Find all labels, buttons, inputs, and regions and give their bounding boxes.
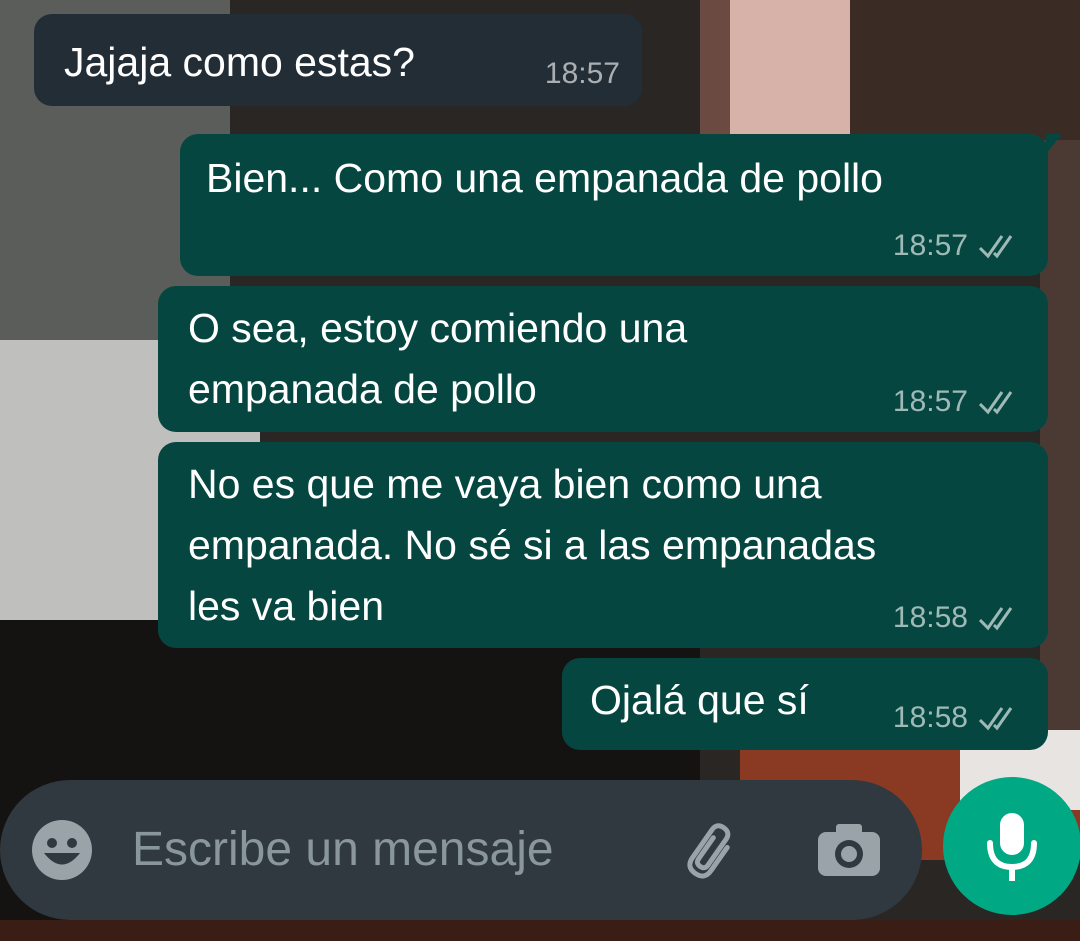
message-text: O sea, estoy comiendo una empanada de po… [188,298,687,420]
emoji-icon[interactable] [30,818,94,882]
voice-record-button[interactable] [943,777,1080,915]
double-check-icon [978,707,1013,731]
message-meta: 18:57 [545,56,620,92]
message-line: les va bien [188,583,385,629]
message-line: No es que me vaya bien como una [188,461,822,507]
double-check-icon [978,607,1013,631]
message-meta: 18:58 [893,600,1024,636]
message-line: O sea, estoy comiendo una [188,305,688,351]
message-line: empanada de pollo [188,366,537,412]
message-meta: 18:58 [893,700,1024,736]
message-outgoing[interactable]: Bien... Como una empanada de pollo 18:57 [180,134,1062,276]
message-incoming[interactable]: Jajaja como estas? 18:57 [34,14,642,106]
message-meta: 18:57 [893,228,1024,264]
camera-icon[interactable] [816,820,882,880]
message-text: Jajaja como estas? [64,39,415,85]
message-text: Ojalá que sí [590,677,809,723]
message-composer: Escribe un mensaje [0,780,922,920]
message-time: 18:57 [544,57,620,90]
message-input[interactable]: Escribe un mensaje [132,818,554,882]
message-time: 18:58 [892,701,968,734]
message-time: 18:58 [892,601,968,634]
microphone-icon [987,813,1037,881]
paperclip-icon[interactable] [680,820,746,886]
message-time: 18:57 [892,229,968,262]
message-meta: 18:57 [893,384,1024,420]
message-outgoing[interactable]: O sea, estoy comiendo una empanada de po… [158,286,1048,432]
message-line: empanada. No sé si a las empanadas [188,522,877,568]
message-outgoing[interactable]: Ojalá que sí 18:58 [562,658,1048,750]
message-text: No es que me vaya bien como una empanada… [188,454,876,637]
message-time: 18:57 [892,385,968,418]
message-outgoing[interactable]: No es que me vaya bien como una empanada… [158,442,1048,648]
double-check-icon [978,391,1013,415]
bubble-tail [1046,134,1062,154]
double-check-icon [978,235,1013,259]
message-text: Bien... Como una empanada de pollo [206,155,883,201]
